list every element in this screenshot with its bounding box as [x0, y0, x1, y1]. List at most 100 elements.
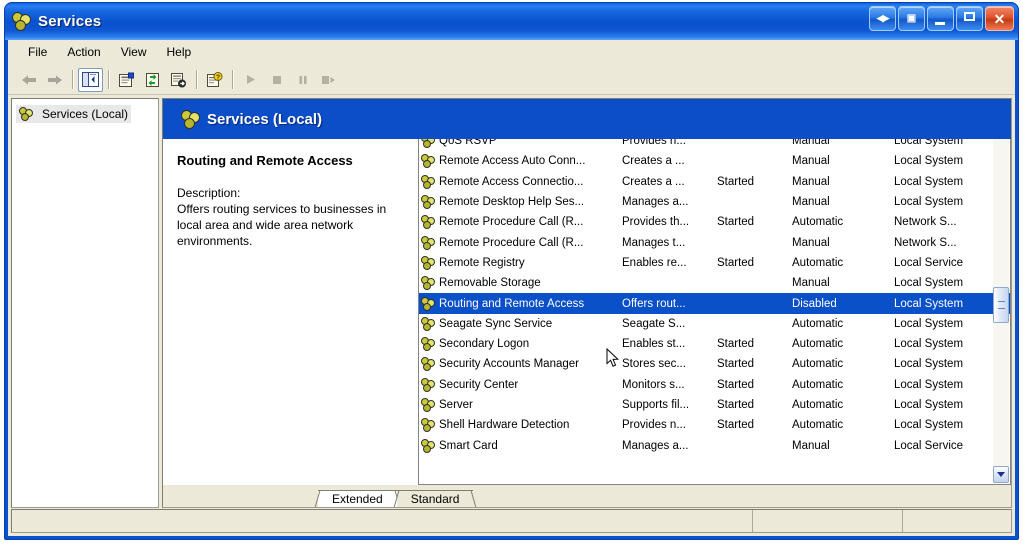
- show-hide-tree-button[interactable]: [78, 67, 103, 92]
- table-row[interactable]: Remote Registry Enables re... Started Autom…: [419, 252, 1010, 274]
- cell-text: Enables re...: [622, 256, 687, 269]
- table-row[interactable]: Remote Procedure Call (R... Provides th..…: [419, 212, 1010, 233]
- cell-text: Seagate S...: [622, 317, 686, 330]
- table-row[interactable]: Remote Access Auto Conn... Creates a ... M…: [419, 151, 1010, 172]
- cell-text: Automatic: [792, 399, 844, 411]
- table-row[interactable]: Remote Access Connectio... Creates a ... S…: [419, 171, 1010, 192]
- cell-description: Enables st...: [617, 334, 712, 354]
- console-tree-pane: Services (Local): [11, 98, 159, 508]
- help-button[interactable]: ?: [202, 68, 227, 92]
- cell-text: Network S...: [894, 216, 957, 229]
- services-gear-icon: [421, 235, 436, 250]
- table-row[interactable]: Remote Procedure Call (R... Manages t... M…: [419, 232, 1010, 253]
- cell-logon: Local Service: [889, 253, 981, 273]
- table-row[interactable]: Security Accounts Manager Stores sec... St…: [419, 354, 1010, 375]
- minimize-button[interactable]: [927, 6, 954, 31]
- cell-startup: Manual: [787, 232, 889, 252]
- table-row[interactable]: Remote Desktop Help Ses... Manages a... Ma…: [419, 191, 1010, 213]
- table-row[interactable]: Smart Card Manages a... Manual Local Servic…: [419, 435, 1010, 456]
- results-pane-title: Services (Local): [207, 110, 323, 128]
- table-row[interactable]: Removable Storage Manual Local System: [419, 273, 1010, 294]
- list-vertical-scrollbar[interactable]: [993, 139, 1009, 483]
- console-switch-button[interactable]: ◀▶: [869, 6, 896, 31]
- cell-text: Automatic: [792, 358, 844, 371]
- toolbar-separator: [196, 70, 198, 89]
- cell-name: Server: [419, 395, 617, 415]
- cell-description: Offers rout...: [617, 293, 712, 313]
- cell-text: Manual: [792, 155, 830, 168]
- cell-text: QoS RSVP: [439, 139, 497, 148]
- cell-text: Local Service: [894, 439, 964, 452]
- cell-text: Started: [717, 419, 755, 432]
- cell-startup: Disabled: [787, 293, 889, 313]
- restart-service-button[interactable]: [316, 68, 341, 92]
- cell-startup: Automatic: [787, 334, 889, 354]
- cell-name: Seagate Sync Service: [419, 314, 617, 334]
- cell-name: Remote Procedure Call (R...: [419, 232, 617, 252]
- back-button[interactable]: [16, 68, 41, 92]
- pause-service-button[interactable]: [290, 68, 315, 92]
- table-row[interactable]: Secondary Logon Enables st... Started Autom…: [419, 333, 1010, 355]
- cell-text: Automatic: [792, 419, 844, 432]
- cell-text: Manual: [792, 277, 830, 290]
- cell-status: [712, 293, 787, 313]
- menu-view[interactable]: View: [111, 43, 157, 61]
- services-gear-icon: [421, 296, 436, 311]
- scroll-down-button[interactable]: [993, 466, 1009, 483]
- menu-file[interactable]: File: [18, 43, 57, 61]
- services-gear-icon: [421, 215, 436, 230]
- cell-startup: Manual: [787, 435, 889, 455]
- cell-status: [712, 314, 787, 334]
- cell-text: Local System: [894, 277, 964, 290]
- cell-description: Monitors s...: [617, 375, 712, 395]
- cell-status: Started: [712, 172, 787, 192]
- cell-text: Enables st...: [622, 338, 686, 351]
- tree-item-services-local[interactable]: Services (Local): [16, 105, 132, 123]
- cell-text: Started: [717, 399, 755, 411]
- cell-text: Monitors s...: [622, 378, 685, 391]
- services-gear-icon: [421, 174, 436, 189]
- cell-description: Manages a...: [617, 435, 712, 455]
- scroll-track[interactable]: [993, 139, 1009, 466]
- svg-text:?: ?: [216, 74, 220, 81]
- chevron-down-icon: [997, 472, 1005, 477]
- tab-standard[interactable]: Standard: [393, 490, 477, 507]
- menu-action[interactable]: Action: [57, 43, 110, 61]
- cell-status: [712, 232, 787, 252]
- services-gear-icon: [19, 107, 34, 121]
- scroll-thumb[interactable]: [993, 287, 1009, 323]
- refresh-button[interactable]: [140, 68, 165, 92]
- stop-service-button[interactable]: [264, 68, 289, 92]
- cell-description: Stores sec...: [617, 354, 712, 374]
- services-gear-icon: [181, 109, 200, 129]
- table-row[interactable]: Server Supports fil... Started Automatic Loc…: [419, 394, 1010, 416]
- forward-button[interactable]: [42, 68, 67, 92]
- properties-button[interactable]: [114, 68, 139, 92]
- list-rows-container[interactable]: QoS RSVP Provides n... Manual Local System R…: [419, 139, 1010, 484]
- table-row[interactable]: Seagate Sync Service Seagate S... Automati…: [419, 313, 1010, 334]
- table-row[interactable]: Shell Hardware Detection Provides n... Sta…: [419, 415, 1010, 436]
- cell-startup: Automatic: [787, 212, 889, 232]
- cell-text: Started: [717, 358, 755, 371]
- restore-child-button[interactable]: ▣: [898, 6, 925, 31]
- tab-extended[interactable]: Extended: [314, 490, 401, 507]
- tree-item-label: Services (Local): [42, 107, 129, 121]
- services-window: Services ◀▶ ▣ ✕ File Action View Help ? …: [4, 2, 1019, 540]
- table-row[interactable]: QoS RSVP Provides n... Manual Local System: [419, 139, 1010, 152]
- cell-text: Local System: [894, 338, 964, 351]
- cell-text: Manual: [792, 236, 830, 249]
- cell-text: Local System: [894, 297, 964, 310]
- cell-description: Manages t...: [617, 232, 712, 252]
- cell-text: Remote Registry: [439, 256, 525, 269]
- export-list-button[interactable]: [166, 68, 191, 92]
- services-gear-icon: [421, 154, 436, 169]
- menu-help[interactable]: Help: [157, 43, 202, 61]
- start-service-button[interactable]: [238, 68, 263, 92]
- cell-description: Supports fil...: [617, 395, 712, 415]
- services-gear-icon: [421, 418, 436, 433]
- table-row[interactable]: Routing and Remote Access Offers rout... D…: [419, 293, 1010, 314]
- cell-text: Creates a ...: [622, 175, 685, 188]
- close-button[interactable]: ✕: [985, 6, 1014, 31]
- maximize-button[interactable]: [956, 6, 983, 31]
- table-row[interactable]: Security Center Monitors s... Started Autom…: [419, 374, 1010, 395]
